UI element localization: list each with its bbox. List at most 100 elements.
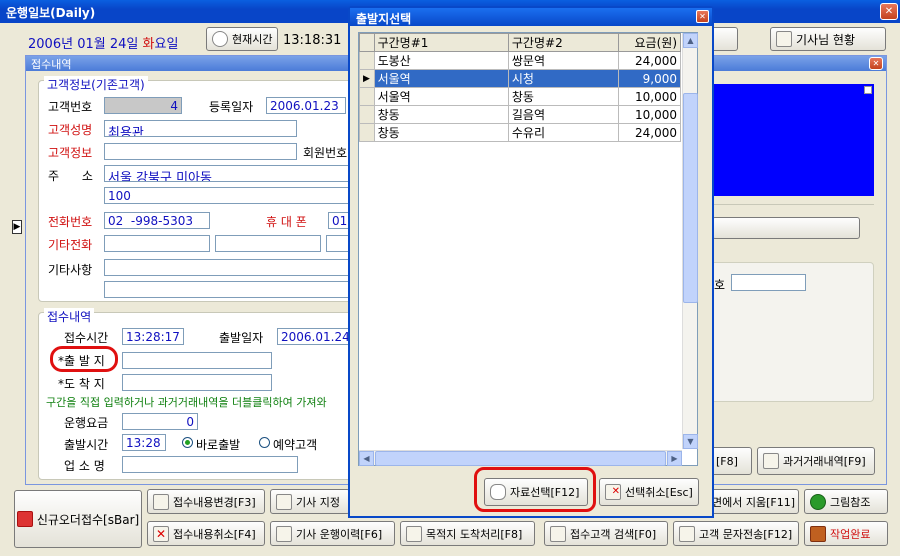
radio-reserve-label: 예약고객 — [273, 438, 318, 452]
cell-route1: 도봉산 — [373, 51, 509, 70]
table-row-selected[interactable]: ▶ 서울역 시청 9,000 — [359, 69, 681, 88]
main-close-button[interactable]: ✕ — [880, 3, 898, 20]
cell-route2: 길음역 — [507, 105, 620, 124]
top-right-button-blank[interactable] — [710, 27, 738, 51]
cancel-checklist-icon: ✕ — [605, 484, 621, 500]
delete-icon: ✕ — [153, 525, 169, 542]
door-icon — [810, 525, 826, 542]
cancel-reception-button[interactable]: ✕ 접수내용취소[F4] — [147, 521, 265, 546]
customer-info-label: 고객정보 — [48, 146, 93, 160]
col-header-3[interactable]: 요금(원) — [618, 33, 681, 52]
current-time-button[interactable]: 현재시간 — [206, 27, 278, 51]
customer-group-title: 고객정보(기존고객) — [44, 76, 148, 93]
cell-fare: 10,000 — [618, 87, 681, 106]
col-header-1[interactable]: 구간명#1 — [373, 33, 509, 52]
table-row[interactable]: 서울역 창동 10,000 — [359, 87, 681, 106]
window-title: 운행일보(Daily) — [6, 6, 96, 20]
cancel-select-button[interactable]: ✕ 선택취소[Esc] — [599, 478, 699, 506]
row-indicator — [359, 51, 375, 70]
reception-time-label: 접수시간 — [64, 331, 109, 345]
phone-label: 전화번호 — [48, 215, 93, 229]
erase-button[interactable]: 면에서 지움[F11] — [706, 489, 799, 514]
notes-field-1[interactable] — [104, 259, 354, 276]
new-order-icon — [16, 511, 33, 527]
picture-button[interactable]: 그림참조 — [804, 489, 888, 514]
cell-fare: 10,000 — [618, 105, 681, 124]
ho-field[interactable] — [731, 274, 806, 291]
cell-route2: 창동 — [507, 87, 620, 106]
origin-label: *출 발 지 — [58, 354, 105, 368]
destination-label: *도 착 지 — [58, 377, 105, 391]
address-label: 주 소 — [48, 169, 93, 183]
phone-field[interactable]: 02 -998-5303 — [104, 212, 210, 229]
sms-icon — [679, 525, 695, 542]
cell-route2: 수유리 — [507, 123, 620, 142]
address-line2-field[interactable]: 100 — [104, 187, 354, 204]
row-indicator — [359, 105, 375, 124]
depart-date-label: 출발일자 — [219, 331, 264, 345]
search-icon — [550, 525, 566, 542]
customer-info-field[interactable] — [104, 143, 297, 160]
ho-label: 호 — [714, 278, 726, 292]
vertical-scrollbar[interactable]: ▲ ▼ — [682, 33, 698, 449]
tree-icon — [810, 493, 826, 510]
hand-pointer-icon — [490, 484, 506, 500]
driver-icon — [776, 31, 792, 47]
history-button[interactable]: 과거거래내역[F9] — [757, 447, 875, 475]
route-table: 구간명#1 구간명#2 요금(원) 도봉산 쌍문역 24,000 ▶ 서울역 시… — [359, 33, 681, 142]
other-phone-field-1[interactable] — [104, 235, 210, 252]
address-line1-field[interactable]: 서울 강북구 미아동 — [104, 165, 354, 182]
assign-driver-button[interactable]: 기사 지정 — [270, 489, 350, 514]
customer-name-label: 고객성명 — [48, 123, 93, 137]
depart-time-field[interactable]: 13:28 — [122, 434, 166, 451]
horizontal-scroll-thumb[interactable] — [375, 451, 666, 466]
row-indicator — [359, 87, 375, 106]
fare-field[interactable]: 0 — [122, 413, 198, 430]
col-header-2[interactable]: 구간명#2 — [507, 33, 620, 52]
blue-display-box — [710, 84, 874, 196]
other-phone-field-2[interactable] — [215, 235, 321, 252]
sms-button[interactable]: 고객 문자전송[F12] — [673, 521, 799, 546]
new-order-button[interactable]: 신규오더접수[sBar] — [14, 490, 142, 548]
driver-history-button[interactable]: 기사 운행이력[F6] — [270, 521, 395, 546]
cell-fare: 24,000 — [618, 123, 681, 142]
member-no-label: 회원번호 — [303, 146, 348, 160]
arrival-icon — [406, 525, 422, 542]
horizontal-scrollbar[interactable]: ◀ ▶ — [359, 450, 682, 466]
reception-time-field: 13:28:17 — [122, 328, 184, 345]
vertical-scroll-thumb[interactable] — [683, 93, 698, 303]
cell-route1: 서울역 — [373, 69, 509, 88]
depart-date-field[interactable]: 2006.01.24 — [277, 328, 354, 345]
f8-button[interactable]: [F8] — [710, 447, 752, 475]
panel-close-button[interactable]: ✕ — [869, 57, 883, 70]
search-customer-button[interactable]: 접수고객 검색[F0] — [544, 521, 668, 546]
origin-field[interactable] — [122, 352, 272, 369]
edit-icon — [153, 493, 169, 510]
reg-date-field[interactable]: 2006.01.23 — [266, 97, 346, 114]
driver-status-button[interactable]: 기사님 현황 — [770, 27, 886, 51]
notes-field-2[interactable] — [104, 281, 354, 298]
right-blank-button[interactable] — [712, 217, 860, 239]
cell-route2: 시청 — [507, 69, 620, 88]
reception-group-title: 접수내역 — [44, 308, 95, 325]
company-label: 업 소 명 — [64, 459, 105, 473]
notes-label: 기타사항 — [48, 263, 93, 277]
company-field[interactable] — [122, 456, 298, 473]
table-row[interactable]: 창동 수유리 24,000 — [359, 123, 681, 142]
destination-field[interactable] — [122, 374, 272, 391]
customer-name-field[interactable]: 최용관 — [104, 120, 297, 137]
radio-depart-now[interactable] — [182, 437, 193, 448]
change-button[interactable]: 접수내용변경[F3] — [147, 489, 265, 514]
select-data-button[interactable]: 자료선택[F12] — [484, 478, 588, 506]
table-row[interactable]: 창동 길음역 10,000 — [359, 105, 681, 124]
customer-id-label: 고객번호 — [48, 100, 93, 114]
fare-label: 운행요금 — [64, 416, 109, 430]
row-indicator-header — [359, 33, 375, 52]
cell-route1: 창동 — [373, 105, 509, 124]
complete-button[interactable]: 작업완료 — [804, 521, 888, 546]
cell-fare: 9,000 — [618, 69, 681, 88]
table-row[interactable]: 도봉산 쌍문역 24,000 — [359, 51, 681, 70]
radio-reserve[interactable] — [259, 437, 270, 448]
arrival-button[interactable]: 목적지 도착처리[F8] — [400, 521, 535, 546]
dialog-close-button[interactable]: ✕ — [696, 10, 709, 23]
